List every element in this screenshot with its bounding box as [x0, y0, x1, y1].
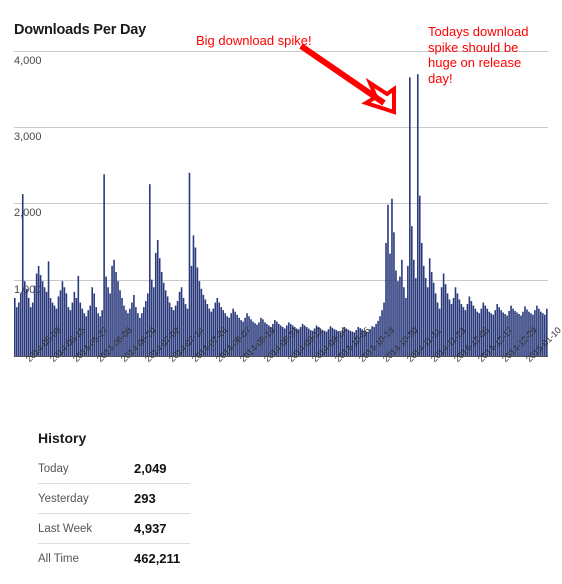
chart-bar: [456, 293, 459, 356]
chart-bar: [452, 297, 455, 356]
chart-bar: [23, 281, 26, 356]
chart-bar: [393, 232, 395, 356]
history-row: Today 2,049: [38, 454, 190, 484]
chart-bar: [196, 267, 199, 356]
history-title: History: [38, 430, 87, 446]
history-row-label: Yesterday: [38, 483, 100, 514]
chart-bar: [121, 297, 123, 356]
chart-bar: [17, 302, 20, 356]
history-row-value: 462,211: [134, 551, 181, 566]
chart-bar: [14, 297, 16, 356]
history-row: Yesterday 293: [38, 483, 190, 514]
annotation-big-download-spike: Big download spike!: [196, 33, 312, 48]
chart-bar: [156, 239, 159, 356]
chart-bar: [71, 302, 74, 356]
chart-bar: [389, 253, 391, 356]
chart-bar: [147, 293, 149, 356]
history-panel: History Today 2,049 Yesterday 293 Last Week 4…: [0, 412, 562, 584]
chart-bar: [19, 293, 22, 356]
history-row: Last Week 4,937: [38, 513, 190, 544]
chart-bar: [49, 297, 52, 356]
chart-bar: [15, 307, 18, 356]
chart-bar: [73, 291, 76, 356]
chart-bar: [166, 296, 169, 356]
chart-bar: [188, 172, 191, 356]
history-row-label: Today: [38, 454, 100, 484]
chart-bar: [150, 279, 153, 356]
history-row: All Time 462,211: [38, 544, 190, 574]
history-row-value: 293: [100, 483, 190, 514]
history-row-label: Last Week: [38, 513, 100, 544]
history-row-value: 2,049: [100, 454, 190, 484]
chart-bar: [25, 288, 28, 356]
chart-bar: [416, 74, 419, 356]
history-table: Today 2,049 Yesterday 293 Last Week 4,937 All …: [38, 454, 190, 573]
history-row-value: 4,937: [100, 513, 190, 544]
chart-bar: [21, 194, 24, 356]
chart-bar: [198, 281, 201, 356]
chart-bar: [405, 297, 407, 356]
chart-bar: [409, 77, 411, 357]
chart-bar: [454, 287, 457, 356]
chart-bar: [27, 297, 30, 356]
chart-bar: [216, 297, 219, 356]
chart-bar: [77, 275, 80, 356]
history-row-label: All Time: [38, 552, 79, 565]
chart-bar: [432, 282, 435, 356]
downloads-chart-panel: Downloads Per Day 1,000 2,000 3,000 4,000 2…: [0, 0, 562, 410]
annotation-todays-download-spike: Todays download spike should be huge on …: [428, 24, 529, 86]
chart-bar: [154, 252, 157, 356]
chart-x-axis-labels: 2014-05-03 2014-05-15 2014-05-27 2014-06-08…: [0, 325, 562, 412]
chart-bar: [413, 259, 415, 356]
